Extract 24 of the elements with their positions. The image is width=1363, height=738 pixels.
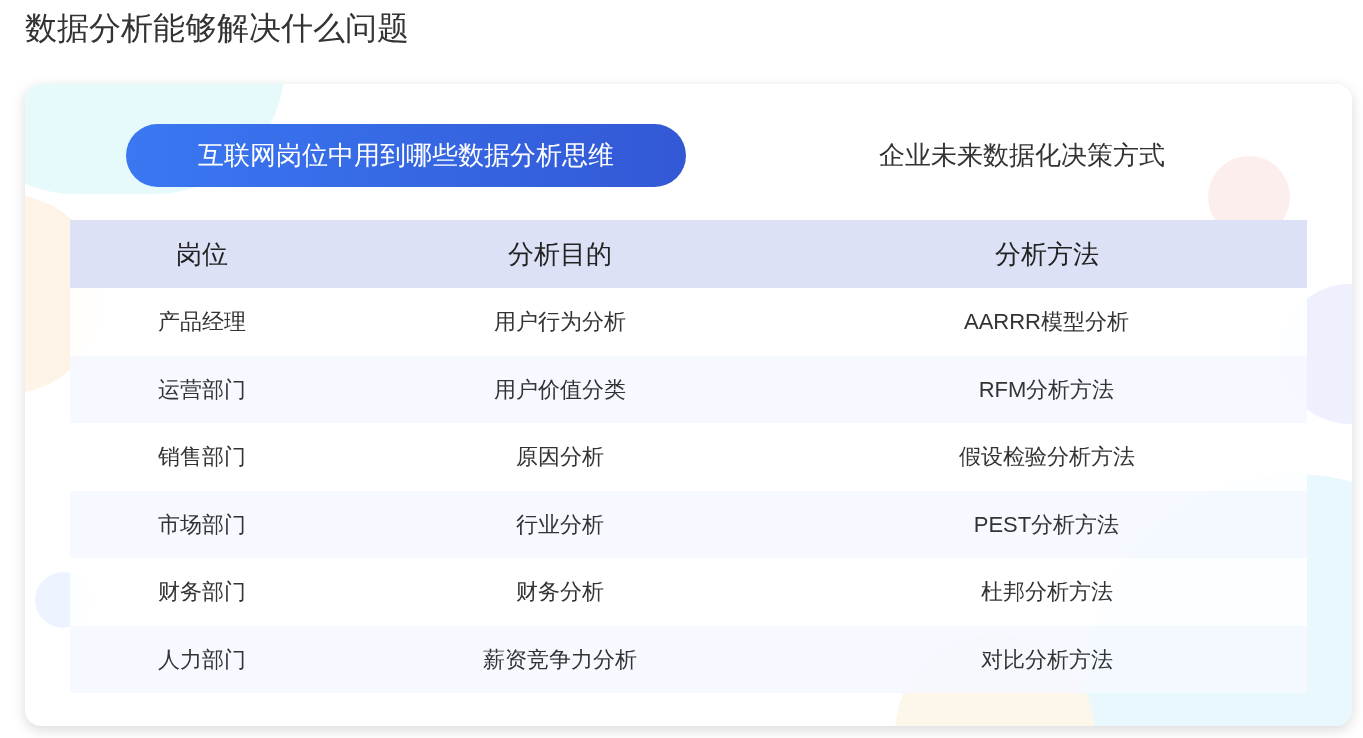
table-cell-text: AARRR模型分析 bbox=[963, 308, 1130, 337]
tab[interactable]: 企业未来数据化决策方式 bbox=[742, 124, 1302, 187]
table-cell-text: 销售部门 bbox=[157, 443, 247, 472]
table-cell-text: 行业分析 bbox=[515, 510, 605, 539]
table-cell-text: 运营部门 bbox=[157, 375, 247, 404]
table-cell-text: 财务分析 bbox=[515, 578, 605, 607]
table-cell-text: 财务部门 bbox=[157, 578, 247, 607]
table-cell-text: 薪资竞争力分析 bbox=[482, 645, 638, 674]
column-header: 分析方法 bbox=[993, 237, 1100, 271]
table-cell-text: 对比分析方法 bbox=[979, 645, 1114, 674]
table-cell-text: 原因分析 bbox=[515, 443, 605, 472]
table-cell-text: 用户价值分类 bbox=[493, 375, 627, 404]
table-cell-text: 市场部门 bbox=[157, 510, 247, 539]
table-cell-text: PEST分析方法 bbox=[972, 510, 1121, 539]
table-cell-text: 人力部门 bbox=[157, 645, 247, 674]
table-cell-text: 用户行为分析 bbox=[493, 308, 627, 337]
table-cell-text: 假设检验分析方法 bbox=[957, 443, 1136, 472]
column-header: 分析目的 bbox=[507, 237, 613, 271]
tab[interactable]: 互联网岗位中用到哪些数据分析思维 bbox=[126, 124, 686, 187]
column-header: 岗位 bbox=[175, 237, 229, 271]
table-cell-text: RFM分析方法 bbox=[977, 375, 1116, 404]
page-title: 数据分析能够解决什么问题 bbox=[25, 9, 409, 48]
table-cell-text: 杜邦分析方法 bbox=[979, 578, 1114, 607]
table-cell-text: 产品经理 bbox=[157, 308, 247, 337]
